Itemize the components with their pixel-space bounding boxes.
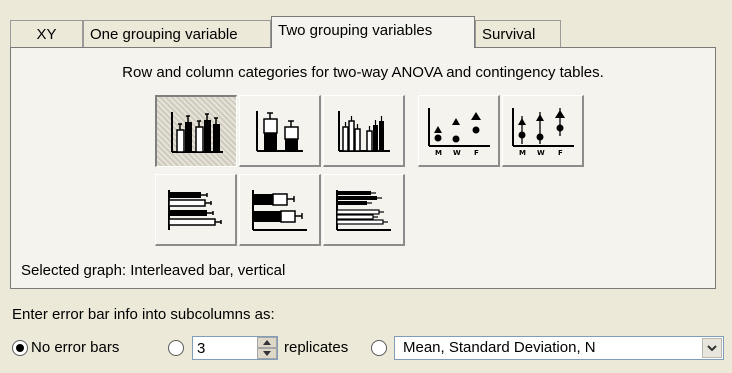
- selected-graph-label: Selected graph: Interleaved bar, vertica…: [21, 262, 286, 279]
- error-bar-info-label: Enter error bar info into subcolumns as:: [12, 306, 275, 323]
- tab-xy[interactable]: XY: [10, 20, 83, 47]
- chevron-down-icon: [263, 351, 271, 356]
- panel-caption: Row and column categories for two-way AN…: [122, 64, 604, 81]
- tab-two-grouping-variables[interactable]: Two grouping variables: [271, 16, 475, 48]
- chevron-down-icon: [707, 345, 717, 351]
- no-error-bars-radio[interactable]: [12, 340, 28, 356]
- stacked-bar-horizontal-icon: [251, 189, 307, 231]
- group-label-f: F: [558, 149, 563, 156]
- error-bar-options: No error bars replicates Mean, Standard …: [10, 336, 724, 362]
- group-label-f: F: [474, 149, 479, 156]
- stacked-bar-vertical-button[interactable]: [239, 95, 321, 167]
- no-error-bars-label[interactable]: No error bars: [31, 339, 119, 356]
- replicates-stepper: [192, 336, 278, 360]
- dropdown-button[interactable]: [702, 338, 722, 358]
- radio-selected-dot: [16, 344, 24, 352]
- group-label-m: M: [435, 149, 442, 156]
- replicates-input[interactable]: [193, 337, 261, 359]
- error-format-select[interactable]: Mean, Standard Deviation, N: [394, 336, 724, 360]
- interleaved-bar-horizontal-icon: [167, 189, 222, 230]
- replicates-label: replicates: [284, 339, 349, 356]
- tab-survival[interactable]: Survival: [475, 20, 561, 47]
- replicates-radio[interactable]: [168, 340, 184, 356]
- grouped-bar-horizontal-icon: [335, 189, 391, 231]
- chevron-up-icon: [263, 340, 271, 345]
- tab-one-grouping-variable[interactable]: One grouping variable: [83, 20, 271, 47]
- stacked-bar-vertical-icon: [255, 110, 303, 152]
- scatter-groups-button[interactable]: M W F: [418, 95, 500, 167]
- grouped-bar-vertical-button[interactable]: [323, 95, 405, 167]
- spin-up-button[interactable]: [257, 337, 277, 348]
- replicates-spinner: [257, 337, 277, 359]
- stacked-bar-horizontal-button[interactable]: [239, 174, 321, 246]
- scatter-errorbars-button[interactable]: M W F: [502, 95, 584, 167]
- grouped-bar-vertical-icon: [337, 110, 390, 152]
- interleaved-bar-vertical-button[interactable]: [155, 95, 237, 167]
- scatter-groups-icon: M W F: [427, 107, 490, 156]
- group-label-m: M: [519, 149, 526, 156]
- group-label-w: W: [537, 149, 545, 156]
- interleaved-bar-horizontal-button[interactable]: [155, 174, 237, 246]
- group-label-w: W: [453, 149, 461, 156]
- scatter-errorbars-icon: M W F: [511, 107, 574, 156]
- grouped-bar-horizontal-button[interactable]: [323, 174, 405, 246]
- error-format-value: Mean, Standard Deviation, N: [403, 339, 596, 356]
- graph-type-panel: Row and column categories for two-way AN…: [10, 47, 716, 289]
- error-format-radio[interactable]: [371, 340, 387, 356]
- interleaved-bar-vertical-icon: [170, 111, 223, 153]
- spin-down-button[interactable]: [257, 348, 277, 359]
